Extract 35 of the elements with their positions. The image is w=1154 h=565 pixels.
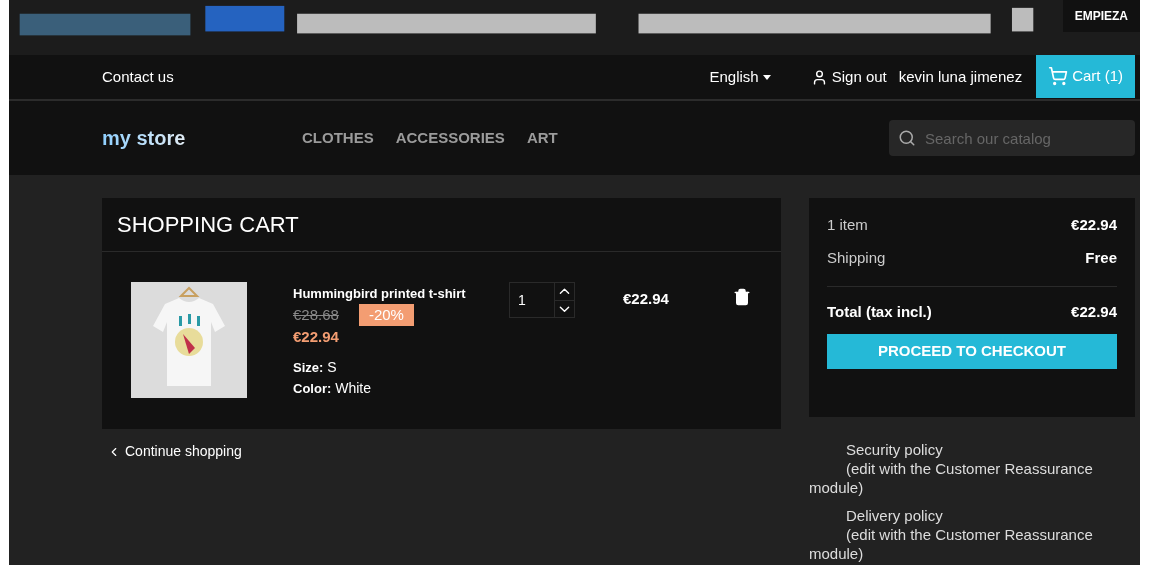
summary-value: €22.94: [1071, 215, 1117, 235]
policy-title: Delivery policy: [845, 506, 944, 525]
delete-icon[interactable]: [733, 288, 751, 306]
line-total: €22.94: [623, 289, 670, 309]
search-field[interactable]: Search our catalog: [889, 120, 1135, 156]
menu-link[interactable]: CLOTHES: [302, 126, 374, 150]
language-dropdown[interactable]: English: [709, 65, 771, 89]
summary-label: 1 item: [827, 215, 868, 235]
product-name[interactable]: Hummingbird printed t-shirt: [293, 284, 509, 304]
cart-title: SHOPPING CART: [102, 198, 781, 252]
policy-title: Security policy: [845, 440, 944, 459]
summary-label: Shipping: [827, 248, 886, 268]
product-attribute: Color: White: [293, 378, 372, 398]
continue-shopping-link[interactable]: Continue shopping: [107, 441, 781, 462]
menu-link[interactable]: ACCESSORIES: [395, 126, 505, 150]
policy-note: module): [809, 544, 865, 563]
start-button[interactable]: EMPIEZA: [1062, 0, 1140, 32]
product-attribute: Size: S: [293, 357, 338, 377]
sign-out-link[interactable]: Sign out: [810, 65, 887, 89]
caret-icon: [762, 74, 771, 80]
discount-badge: -20%: [358, 303, 414, 326]
account-name[interactable]: kevin luna jimenez: [898, 65, 1023, 89]
total-value: €22.94: [1071, 302, 1117, 322]
policy-note: module): [809, 478, 865, 497]
total-label: Total (tax incl.): [827, 302, 932, 322]
product-price: €22.94: [293, 327, 340, 347]
policy-note: (edit with the Customer Reassurance: [845, 525, 1094, 544]
quantity-field[interactable]: 1: [509, 282, 555, 318]
policy-note: (edit with the Customer Reassurance: [845, 459, 1094, 478]
search-icon: [898, 129, 916, 147]
old-price: €28.68: [293, 304, 339, 325]
summary-value: Free: [1085, 248, 1117, 268]
menu-link[interactable]: ART: [526, 126, 558, 150]
cart-icon: [1048, 66, 1069, 86]
contact-link[interactable]: Contact us: [102, 65, 174, 89]
